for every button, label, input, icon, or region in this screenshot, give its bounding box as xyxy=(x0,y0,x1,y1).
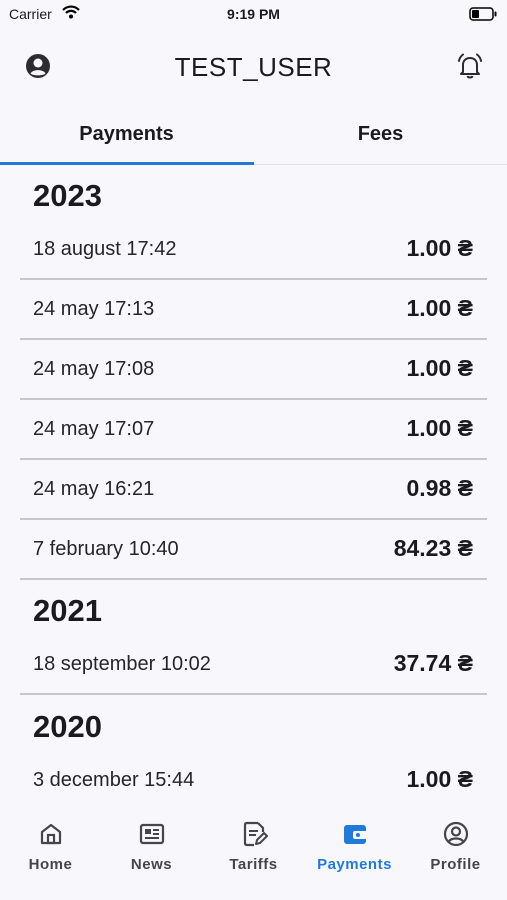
payment-date: 24 may 16:21 xyxy=(33,478,155,500)
status-bar: Carrier 9:19 PM xyxy=(0,0,507,30)
payment-row[interactable]: 24 may 17:08 1.00 ₴ xyxy=(20,340,487,400)
nav-news[interactable]: News xyxy=(101,820,202,873)
payment-row[interactable]: 24 may 16:21 0.98 ₴ xyxy=(20,460,487,520)
payment-row[interactable]: 24 may 17:13 1.00 ₴ xyxy=(20,280,487,340)
nav-news-label: News xyxy=(130,856,173,873)
payment-amount: 37.74 ₴ xyxy=(393,650,473,676)
payment-date: 7 february 10:40 xyxy=(33,538,179,560)
payment-amount: 1.00 ₴ xyxy=(406,295,474,321)
payment-date: 24 may 17:08 xyxy=(33,358,155,380)
payment-row[interactable]: 3 december 15:44 1.00 ₴ xyxy=(20,751,487,806)
year-header: 2020 xyxy=(33,709,102,744)
app-header: TEST_USER xyxy=(0,40,507,92)
home-icon xyxy=(40,823,61,845)
year-header: 2021 xyxy=(33,593,102,628)
notification-bell-icon[interactable] xyxy=(455,51,485,86)
row-divider xyxy=(20,578,487,580)
nav-profile[interactable]: Profile xyxy=(405,820,506,873)
nav-payments-label: Payments xyxy=(317,856,392,873)
tab-fees[interactable]: Fees xyxy=(254,105,507,165)
payment-date: 24 may 17:13 xyxy=(33,298,155,320)
news-icon xyxy=(139,823,164,845)
row-divider xyxy=(20,693,487,695)
payment-date: 18 september 10:02 xyxy=(33,653,211,675)
nav-payments[interactable]: Payments xyxy=(304,820,405,873)
nav-tariffs-label: Tariffs xyxy=(229,856,278,873)
page-title: TEST_USER xyxy=(174,52,333,82)
profile-icon xyxy=(443,821,468,847)
payment-amount: 84.23 ₴ xyxy=(393,535,473,561)
payment-row[interactable]: 7 february 10:40 84.23 ₴ xyxy=(20,520,487,580)
tab-bar: Payments Fees xyxy=(0,105,507,165)
payment-amount: 1.00 ₴ xyxy=(406,766,474,792)
payment-row[interactable]: 18 august 17:42 1.00 ₴ xyxy=(20,220,487,280)
payment-amount: 1.00 ₴ xyxy=(406,355,474,381)
payment-date: 24 may 17:07 xyxy=(33,418,155,440)
wallet-icon xyxy=(343,825,367,844)
nav-profile-label: Profile xyxy=(430,856,481,873)
battery-icon xyxy=(469,7,497,24)
year-header: 2023 xyxy=(33,178,102,213)
payment-amount: 1.00 ₴ xyxy=(406,235,474,261)
nav-home-label: Home xyxy=(28,856,73,873)
payment-row[interactable]: 18 september 10:02 37.74 ₴ xyxy=(20,635,487,695)
tab-payments[interactable]: Payments xyxy=(0,105,253,165)
nav-tariffs[interactable]: Tariffs xyxy=(203,820,304,873)
tab-active-indicator xyxy=(0,162,254,165)
payment-date: 3 december 15:44 xyxy=(33,769,195,791)
status-time: 9:19 PM xyxy=(227,6,280,22)
payment-amount: 0.98 ₴ xyxy=(406,475,474,501)
payment-amount: 1.00 ₴ xyxy=(406,415,474,441)
payment-date: 18 august 17:42 xyxy=(33,238,177,260)
bottom-navigation: Home News Tariffs Payments Profile xyxy=(0,806,507,900)
nav-home[interactable]: Home xyxy=(0,820,101,873)
payments-list[interactable]: 2023 18 august 17:42 1.00 ₴ 24 may 17:13… xyxy=(0,166,507,806)
payment-row[interactable]: 24 may 17:07 1.00 ₴ xyxy=(20,400,487,460)
tariffs-icon xyxy=(243,821,268,847)
